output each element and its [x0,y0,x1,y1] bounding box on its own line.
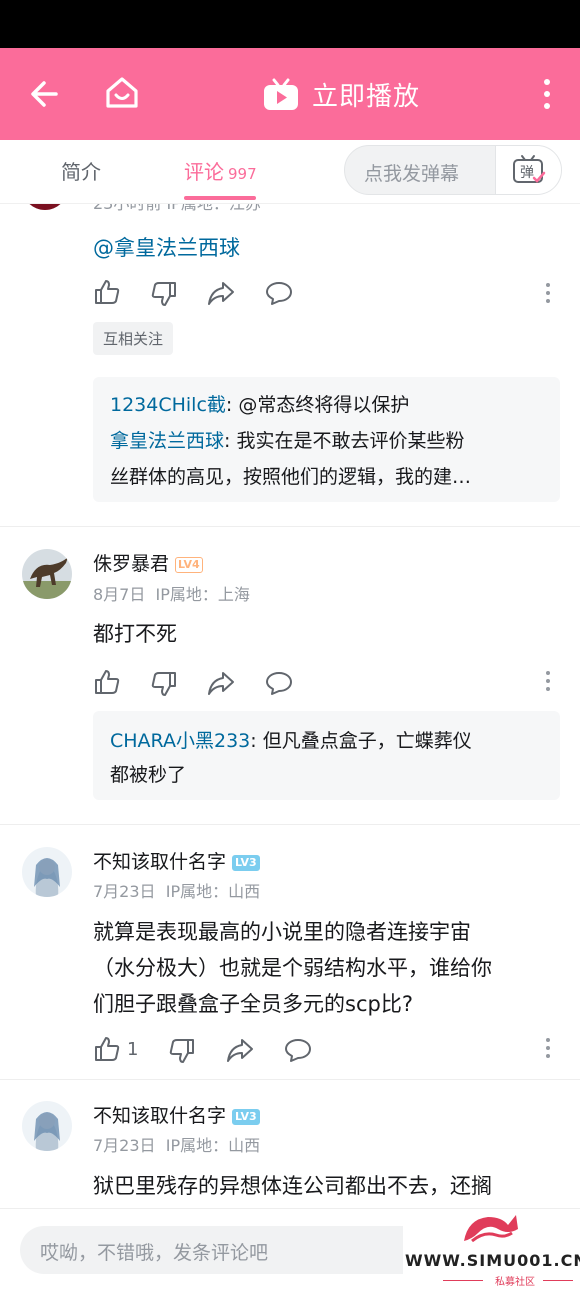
reply-preview-box[interactable]: CHARA小黑233: 但凡叠点盒子，亡蝶葬仪 都被秒了 [93,711,560,800]
reply-user[interactable]: CHARA小黑233 [110,730,250,752]
tab-intro[interactable]: 简介 [61,156,101,185]
reply-line: 丝群体的高见，按照他们的逻辑，我的建… [110,461,471,493]
reply-line: 1234CHilc截: @常态终将得以保护 [110,389,409,421]
watermark-line-left [443,1280,483,1281]
level-badge: LV4 [175,557,203,573]
avatar[interactable] [22,847,72,897]
play-now-title[interactable]: 立即播放 [312,76,420,113]
watermark-url: WWW.SIMU001.CN [405,1251,580,1270]
comment-ip: IP属地：山西 [165,1136,261,1155]
comment-date: 7月23日 [93,1136,156,1155]
reply-icon[interactable] [284,1037,312,1063]
dislike-icon[interactable] [150,670,178,698]
reply-text: : 我实在是不敢去评价某些粉 [224,430,465,452]
avatar[interactable] [22,1101,72,1151]
danmaku-placeholder: 点我发弹幕 [364,163,460,185]
comment-divider [0,526,580,527]
top-bar: 立即播放 [0,48,580,140]
comment-more-icon[interactable] [544,282,552,304]
share-icon[interactable] [226,1037,254,1063]
reply-text: 都被秒了 [110,764,187,786]
comment-meta: 23小时前 IP属地：江苏 [93,204,261,214]
comment-ip: IP属地：上海 [155,585,250,604]
reply-line: 拿皇法兰西球: 我实在是不敢去评价某些粉 [110,425,464,457]
watermark-logo-icon [464,1215,518,1243]
watermark: WWW.SIMU001.CN 私募社区 [403,1209,580,1290]
username-text: 不知该取什名字 [93,1105,227,1127]
comment-list: 23小时前 IP属地：江苏 @拿皇法兰西球 互相关注 1234CHilc截: @… [0,204,580,1208]
comment-ip: IP属地：山西 [165,882,261,901]
reply-text: : 但凡叠点盒子，亡蝶葬仪 [250,730,472,752]
bottom-comment-bar: 哎呦，不错哦，发条评论吧 WWW.SIMU001.CN 私募社区 [0,1208,580,1290]
like-icon[interactable] [93,278,121,306]
share-icon[interactable] [207,670,235,696]
comment-count: 997 [228,165,257,183]
dislike-icon[interactable] [150,280,178,308]
comment-meta: 7月23日 IP属地：山西 [93,1132,260,1156]
more-options-icon[interactable] [540,78,554,114]
avatar[interactable] [22,549,72,599]
like-icon[interactable] [93,1035,121,1063]
reply-icon[interactable] [265,280,293,306]
level-badge: LV3 [232,855,260,871]
danmaku-input[interactable]: 点我发弹幕 弹 [344,145,562,195]
reply-user[interactable]: 1234CHilc截 [110,394,226,416]
tab-bar: 简介 评论 997 点我发弹幕 弹 [0,140,580,204]
back-arrow-icon[interactable] [26,76,62,116]
reply-line: CHARA小黑233: 但凡叠点盒子，亡蝶葬仪 [110,725,472,757]
tab-comments-label: 评论 [184,160,224,184]
active-tab-indicator [184,196,256,200]
danmaku-icon: 弹 [513,155,546,183]
comment-text: 就算是表现最高的小说里的隐者连接宇宙 （水分极大）也就是个弱结构水平，谁给你 们… [93,914,563,1022]
comment-more-icon[interactable] [544,1037,552,1059]
like-icon[interactable] [93,668,121,696]
comment-text-line: （水分极大）也就是个弱结构水平，谁给你 [93,956,492,980]
level-badge: LV3 [232,1109,260,1125]
username-text: 不知该取什名字 [93,851,227,873]
reply-icon[interactable] [265,670,293,696]
reply-line: 都被秒了 [110,759,186,791]
comment-divider [0,824,580,825]
danmaku-toggle-button[interactable]: 弹 [495,146,561,194]
comment-text: 狱巴里残存的异想体连公司都出不去，还搁 [93,1174,492,1198]
comment-divider [0,1079,580,1080]
comment-username[interactable]: 不知该取什名字 LV3 [93,1101,260,1128]
share-icon[interactable] [207,280,235,306]
tab-comments[interactable]: 评论 997 [184,156,257,185]
username-text: 侏罗暴君 [93,553,170,575]
reply-user[interactable]: 拿皇法兰西球 [110,430,224,452]
watermark-sub: 私募社区 [495,1277,535,1288]
reply-text: : @常态终将得以保护 [225,394,410,416]
comment-more-icon[interactable] [544,670,552,692]
comment-text[interactable]: @拿皇法兰西球 [93,232,240,262]
comment-text-line: 就算是表现最高的小说里的隐者连接宇宙 [93,920,471,944]
comment-text: 都打不死 [93,622,177,646]
tv-play-icon[interactable] [262,76,300,116]
comment-username[interactable]: 侏罗暴君 LV4 [93,549,203,576]
status-bar [0,0,580,48]
avatar[interactable] [22,204,68,210]
comment-date: 8月7日 [93,585,146,604]
watermark-line-right [543,1280,573,1281]
comment-meta: 7月23日 IP属地：山西 [93,878,260,902]
comment-text-line: 们胆子跟叠盒子全员多元的scp比? [93,992,413,1016]
comment-date: 7月23日 [93,882,156,901]
reply-preview-box[interactable]: 1234CHilc截: @常态终将得以保护 拿皇法兰西球: 我实在是不敢去评价某… [93,377,560,502]
like-count: 1 [127,1039,139,1060]
mutual-follow-tag: 互相关注 [93,322,174,355]
dislike-icon[interactable] [168,1037,196,1065]
comment-input-placeholder: 哎呦，不错哦，发条评论吧 [40,1242,269,1264]
home-icon[interactable] [103,74,141,116]
comment-username[interactable]: 不知该取什名字 LV3 [93,847,260,874]
reply-text: 丝群体的高见，按照他们的逻辑，我的建… [110,466,472,488]
comment-meta: 8月7日 IP属地：上海 [93,581,250,605]
danmaku-button-label: 弹 [520,165,534,181]
